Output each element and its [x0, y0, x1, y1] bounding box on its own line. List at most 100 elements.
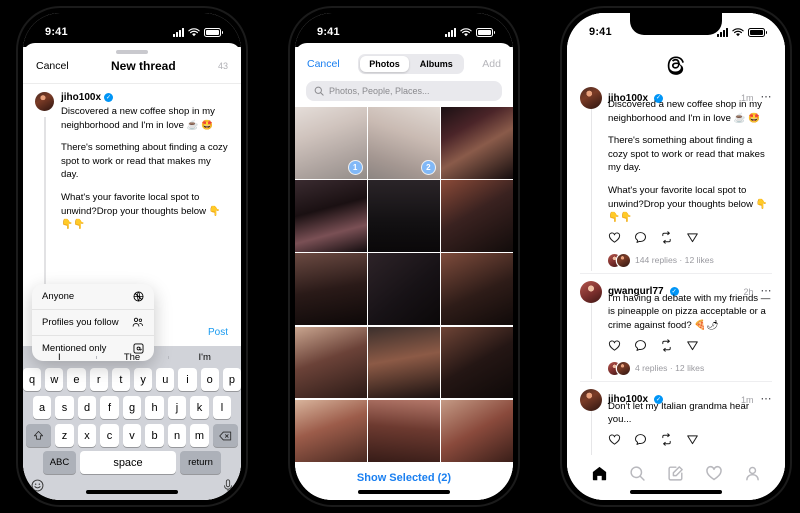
- backspace-icon[interactable]: [212, 424, 238, 447]
- photo-cell[interactable]: [295, 180, 367, 252]
- prediction-2[interactable]: The: [95, 352, 169, 363]
- cancel-button[interactable]: Cancel: [36, 60, 69, 72]
- photo-grid[interactable]: 12: [295, 107, 513, 462]
- photo-cell[interactable]: [295, 399, 367, 462]
- photo-cell[interactable]: [441, 253, 513, 326]
- key-t[interactable]: t: [111, 368, 130, 391]
- repost-icon[interactable]: [660, 433, 673, 451]
- key-a[interactable]: a: [32, 396, 52, 419]
- prediction-3[interactable]: I'm: [168, 352, 241, 363]
- post-footer[interactable]: 4 replies · 12 likes: [580, 361, 772, 375]
- show-selected-button[interactable]: Show Selected (2): [295, 462, 513, 500]
- tab-profile[interactable]: [744, 465, 761, 482]
- segmented-control[interactable]: Photos Albums: [358, 54, 464, 74]
- key-c[interactable]: c: [100, 424, 119, 447]
- prediction-1[interactable]: I: [23, 352, 96, 363]
- share-icon[interactable]: [686, 339, 699, 357]
- tab-compose[interactable]: [667, 465, 684, 482]
- key-b[interactable]: b: [145, 424, 164, 447]
- key-v[interactable]: v: [122, 424, 142, 447]
- photo-cell[interactable]: [295, 253, 367, 326]
- return-key[interactable]: return: [180, 451, 221, 474]
- key-f[interactable]: f: [100, 396, 119, 419]
- menu-item-anyone[interactable]: Anyone: [32, 284, 154, 309]
- key-q[interactable]: q: [23, 368, 42, 391]
- post-stats[interactable]: 144 replies · 12 likes: [635, 255, 714, 265]
- more-options-icon[interactable]: ⋯: [761, 394, 773, 404]
- abc-key[interactable]: ABC: [43, 451, 76, 474]
- key-x[interactable]: x: [77, 424, 97, 447]
- key-s[interactable]: s: [55, 396, 74, 419]
- post-stats[interactable]: 4 replies · 12 likes: [635, 363, 704, 373]
- avatar[interactable]: [580, 388, 602, 411]
- share-icon[interactable]: [686, 433, 699, 451]
- avatar: [617, 253, 630, 267]
- search-input[interactable]: Photos, People, Places...: [306, 81, 502, 101]
- repost-icon[interactable]: [660, 231, 673, 249]
- post-body: I'm having a debate with my friends — is…: [580, 292, 772, 357]
- cancel-button[interactable]: Cancel: [307, 58, 340, 70]
- post-footer[interactable]: 144 replies · 12 likes: [580, 253, 772, 267]
- avatar[interactable]: [580, 87, 602, 109]
- composer-text-area[interactable]: jiho100x ✓ Discovered a new coffee shop …: [61, 92, 229, 232]
- photo-cell[interactable]: [441, 180, 513, 252]
- key-o[interactable]: o: [200, 368, 219, 391]
- key-r[interactable]: r: [89, 368, 108, 391]
- menu-item-profiles-you-follow[interactable]: Profiles you follow: [32, 309, 154, 335]
- audience-dropdown-menu[interactable]: Anyone Profiles you follow Mentioned onl…: [32, 284, 154, 361]
- key-k[interactable]: k: [190, 396, 209, 419]
- avatar[interactable]: [35, 92, 54, 111]
- feed-post[interactable]: jiho100x ✓ 1m ⋯ Don't let my Italian grandma…: [580, 380, 773, 455]
- tab-home[interactable]: [591, 465, 608, 482]
- photo-cell[interactable]: [295, 326, 367, 399]
- add-button[interactable]: Add: [482, 58, 501, 70]
- key-g[interactable]: g: [122, 396, 142, 419]
- key-n[interactable]: n: [167, 424, 187, 447]
- comment-icon[interactable]: [634, 433, 647, 451]
- tab-search[interactable]: [629, 465, 646, 482]
- key-d[interactable]: d: [77, 396, 97, 419]
- key-z[interactable]: z: [55, 424, 74, 447]
- share-icon[interactable]: [686, 231, 699, 249]
- notch: [358, 13, 450, 35]
- photo-cell[interactable]: [441, 399, 513, 462]
- photo-cell[interactable]: 1: [295, 107, 367, 179]
- key-l[interactable]: l: [212, 396, 232, 419]
- tab-activity[interactable]: [705, 464, 723, 482]
- key-y[interactable]: y: [134, 368, 153, 391]
- emoji-icon[interactable]: [31, 479, 44, 496]
- key-e[interactable]: e: [67, 368, 86, 391]
- like-icon[interactable]: [608, 433, 621, 451]
- tab-photos[interactable]: Photos: [360, 56, 409, 72]
- photo-cell[interactable]: [368, 326, 440, 399]
- photo-cell[interactable]: [368, 399, 440, 462]
- photo-cell[interactable]: [441, 326, 513, 399]
- like-icon[interactable]: [608, 231, 621, 249]
- avatar[interactable]: [580, 280, 602, 303]
- space-key[interactable]: space: [80, 451, 176, 474]
- photo-cell[interactable]: [368, 180, 440, 252]
- comment-icon[interactable]: [634, 231, 647, 249]
- key-h[interactable]: h: [145, 396, 164, 419]
- key-p[interactable]: p: [222, 368, 241, 391]
- photo-cell[interactable]: 2: [368, 107, 440, 179]
- screenshot-stage: 9:41 Cancel New thread 43 jiho100x ✓ Dis…: [0, 0, 800, 513]
- key-j[interactable]: j: [167, 396, 187, 419]
- key-m[interactable]: m: [190, 424, 209, 447]
- microphone-icon[interactable]: [223, 479, 233, 496]
- like-icon[interactable]: [608, 339, 621, 357]
- key-u[interactable]: u: [156, 368, 175, 391]
- feed-post[interactable]: jiho100x ✓ 1m ⋯ Discovered a new coffee shop…: [580, 80, 772, 273]
- repost-icon[interactable]: [660, 338, 673, 357]
- photo-cell[interactable]: [441, 107, 513, 179]
- feed-post-list[interactable]: jiho100x ✓ 1m ⋯ Discovered a new coffee shop…: [567, 80, 785, 455]
- photo-thumbnail: [295, 180, 367, 252]
- shift-icon[interactable]: [26, 424, 52, 447]
- tab-albums[interactable]: Albums: [411, 56, 462, 72]
- key-i[interactable]: i: [178, 368, 197, 391]
- key-w[interactable]: w: [45, 368, 64, 391]
- photo-cell[interactable]: [368, 253, 440, 326]
- post-button[interactable]: Post: [208, 327, 228, 338]
- feed-post[interactable]: gwangurl77 ✓ 2h ⋯ I'm having a debate with m…: [580, 272, 772, 381]
- comment-icon[interactable]: [634, 339, 647, 357]
